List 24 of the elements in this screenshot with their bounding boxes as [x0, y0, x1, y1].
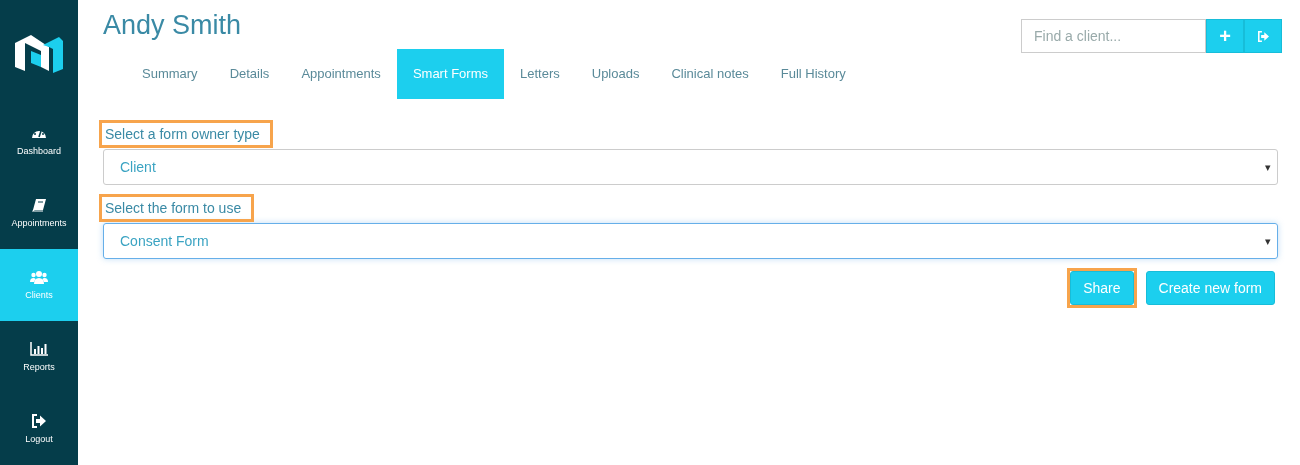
sidebar-item[interactable]: Logout: [0, 393, 78, 465]
tab[interactable]: Full History: [764, 49, 862, 99]
book-icon: [31, 198, 47, 212]
dropdown[interactable]: Consent Form ▾: [103, 223, 1278, 259]
dropdown[interactable]: Client ▾: [103, 149, 1278, 185]
tab[interactable]: Letters: [504, 49, 576, 99]
tab[interactable]: Uploads: [575, 49, 656, 99]
tab[interactable]: Details: [213, 49, 286, 99]
search-field[interactable]: Find a client...: [1021, 19, 1206, 53]
sidebar-item[interactable]: Reports: [0, 321, 78, 393]
tab[interactable]: Appointments: [285, 49, 397, 99]
field-label: Select the form to use: [99, 194, 255, 222]
field-label: Select a form owner type: [99, 120, 273, 148]
logo-icon: [13, 32, 65, 73]
tab[interactable]: Summary: [126, 49, 214, 99]
sign-out-button[interactable]: [1244, 19, 1282, 53]
sign-out-icon: [1256, 30, 1270, 42]
sidebar-item[interactable]: Appointments: [0, 177, 78, 249]
tab[interactable]: Clinical notes: [655, 49, 765, 99]
sidebar-item[interactable]: Dashboard: [0, 105, 78, 177]
client-name: Andy Smith: [103, 10, 243, 40]
bar-chart-icon: [30, 342, 48, 356]
sign-out-icon: [31, 414, 47, 428]
users-icon: [30, 270, 48, 284]
